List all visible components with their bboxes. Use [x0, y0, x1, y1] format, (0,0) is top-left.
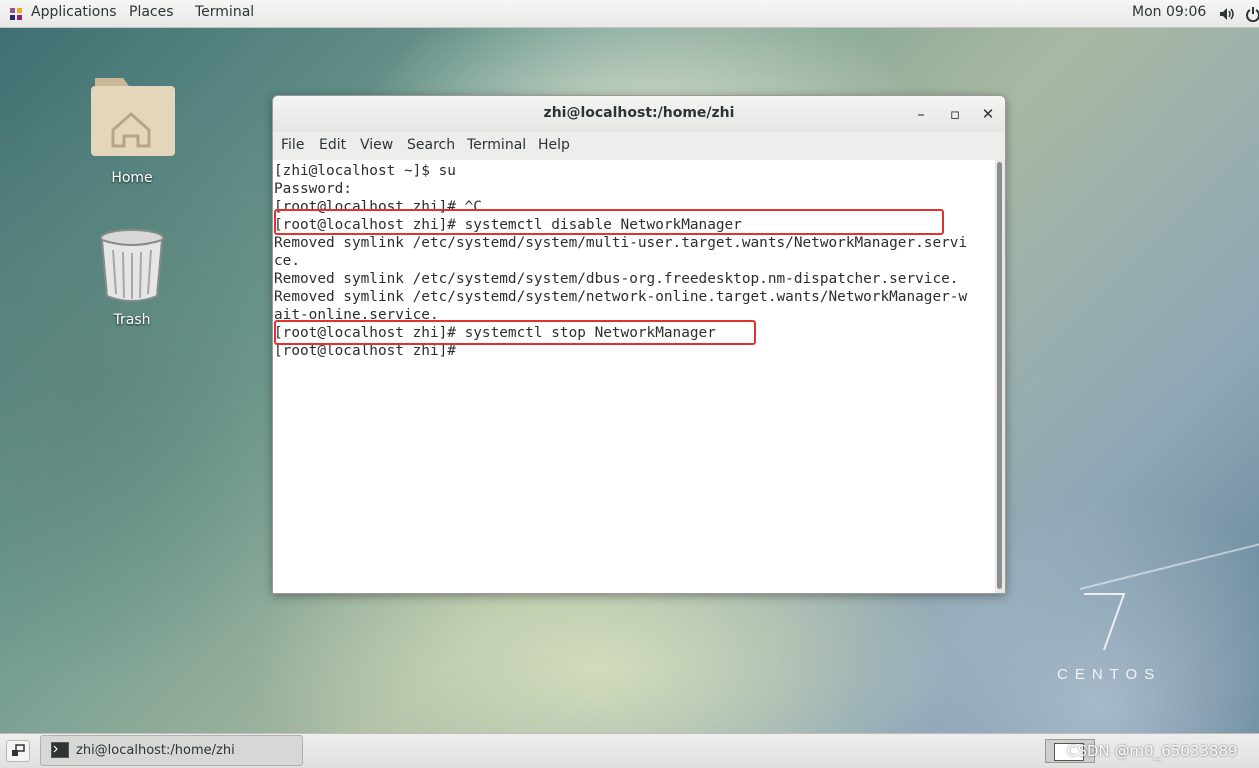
trash-icon — [100, 229, 164, 302]
close-button[interactable]: ✕ — [976, 102, 1000, 126]
highlight-box-disable-command — [274, 209, 944, 235]
background-streak — [1079, 525, 1259, 590]
applications-icon — [10, 8, 22, 20]
places-menu[interactable]: Places — [129, 4, 174, 20]
home-folder-icon — [91, 78, 175, 156]
top-panel: Applications Places Terminal Mon 09:06 — [0, 0, 1259, 28]
desktop-icon-trash-label: Trash — [113, 312, 151, 328]
close-icon: ✕ — [981, 105, 995, 123]
menu-view[interactable]: View — [360, 137, 393, 153]
taskbar-terminal-label: zhi@localhost:/home/zhi — [76, 743, 235, 758]
highlight-box-stop-command — [274, 320, 756, 345]
menu-terminal[interactable]: Terminal — [467, 137, 526, 153]
taskbar-terminal-button[interactable]: zhi@localhost:/home/zhi — [40, 735, 303, 766]
menu-search[interactable]: Search — [407, 137, 455, 153]
minimize-icon: – — [917, 105, 925, 123]
scrollbar-thumb[interactable] — [997, 162, 1002, 589]
terminal-line: Removed symlink /etc/systemd/system/netw… — [274, 289, 968, 305]
desktop-icon-home-label: Home — [111, 170, 153, 186]
terminal-icon — [51, 742, 69, 758]
show-desktop-button[interactable] — [6, 740, 30, 762]
bottom-taskbar: zhi@localhost:/home/zhi CSDN @m0_6503388… — [0, 733, 1259, 768]
desktop-icon-trash[interactable]: Trash — [82, 228, 182, 328]
desktop-icon-home[interactable]: Home — [82, 72, 182, 186]
menu-file[interactable]: File — [281, 137, 304, 153]
terminal-line: Password: — [274, 181, 352, 197]
csdn-watermark: CSDN @m0_65033889 — [1067, 742, 1238, 760]
show-desktop-icon — [12, 744, 25, 756]
terminal-line: Removed symlink /etc/systemd/system/mult… — [274, 235, 968, 251]
maximize-button[interactable]: ▫ — [943, 102, 967, 126]
window-title: zhi@localhost:/home/zhi — [543, 105, 735, 121]
terminal-app-menu[interactable]: Terminal — [195, 4, 254, 20]
terminal-menubar: File Edit View Search Terminal Help — [273, 132, 1005, 161]
terminal-scrollbar[interactable] — [995, 160, 1005, 593]
maximize-icon: ▫ — [949, 105, 961, 123]
menu-help[interactable]: Help — [538, 137, 570, 153]
minimize-button[interactable]: – — [909, 102, 933, 126]
centos-branding-text: CENTOS — [1057, 666, 1162, 683]
power-icon[interactable] — [1246, 6, 1259, 22]
terminal-line: [zhi@localhost ~]$ su — [274, 163, 456, 179]
applications-menu[interactable]: Applications — [31, 4, 117, 20]
terminal-line: ce. — [274, 253, 300, 269]
terminal-line: Removed symlink /etc/systemd/system/dbus… — [274, 271, 959, 287]
volume-icon[interactable] — [1219, 6, 1235, 22]
menu-edit[interactable]: Edit — [319, 137, 346, 153]
window-titlebar[interactable]: zhi@localhost:/home/zhi – ▫ ✕ — [273, 96, 1005, 133]
clock[interactable]: Mon 09:06 — [1132, 4, 1206, 20]
